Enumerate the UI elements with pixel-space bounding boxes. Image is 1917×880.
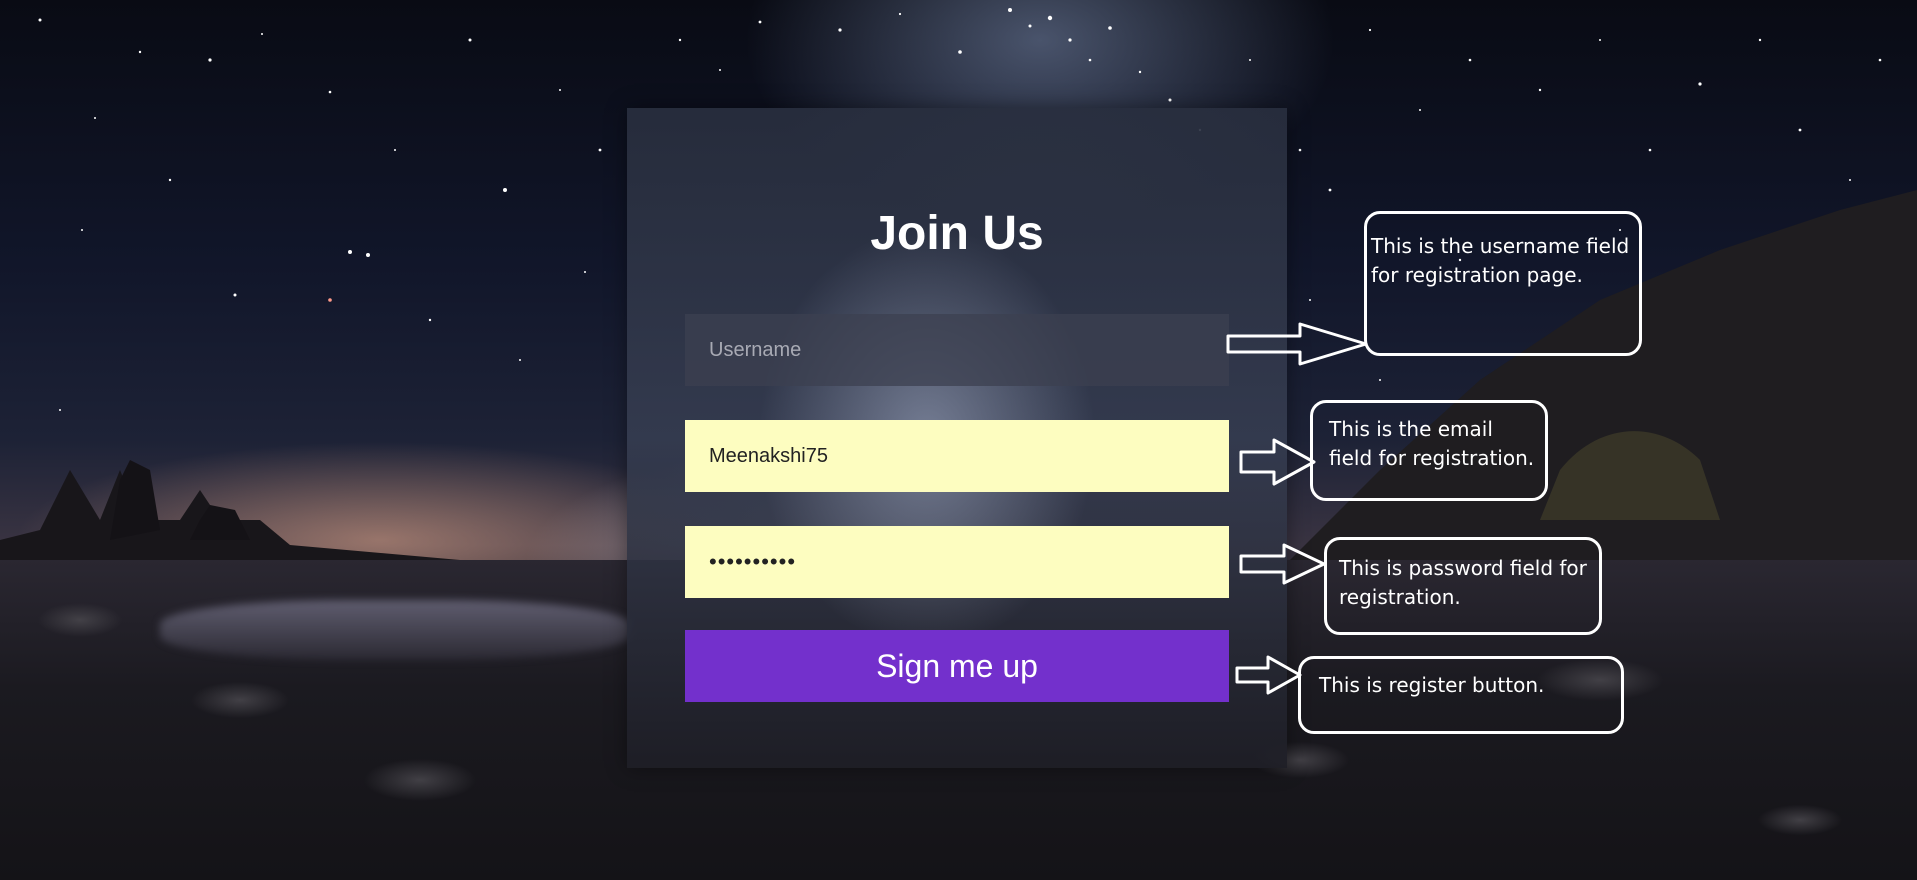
form-title: Join Us <box>870 207 1044 260</box>
page-background: Join Us Sign me up This is the username … <box>0 0 1917 880</box>
email-input[interactable] <box>685 420 1229 492</box>
password-annotation: This is password field for registration. <box>1324 537 1602 635</box>
arrow-right-icon <box>1239 543 1326 585</box>
annotation-line: field for registration. <box>1329 446 1535 470</box>
annotation-line: for registration page. <box>1371 263 1583 287</box>
arrow-right-icon <box>1226 322 1368 366</box>
username-annotation: This is the username field for registrat… <box>1364 211 1642 356</box>
river-water <box>160 600 630 660</box>
email-annotation: This is the email field for registration… <box>1310 400 1548 501</box>
arrow-right-icon <box>1239 438 1316 486</box>
arrow-right-icon <box>1235 655 1302 695</box>
annotation-line: This is the email <box>1329 417 1493 441</box>
password-input[interactable] <box>685 526 1229 598</box>
username-input[interactable] <box>685 314 1229 386</box>
annotation-line: This is the username field <box>1371 234 1630 258</box>
annotation-line: This is register button. <box>1319 673 1545 697</box>
register-annotation: This is register button. <box>1298 656 1624 734</box>
annotation-line: This is password field for <box>1339 556 1587 580</box>
registration-form: Join Us Sign me up <box>627 108 1287 768</box>
sign-up-button[interactable]: Sign me up <box>685 630 1229 702</box>
annotation-line: registration. <box>1339 585 1461 609</box>
